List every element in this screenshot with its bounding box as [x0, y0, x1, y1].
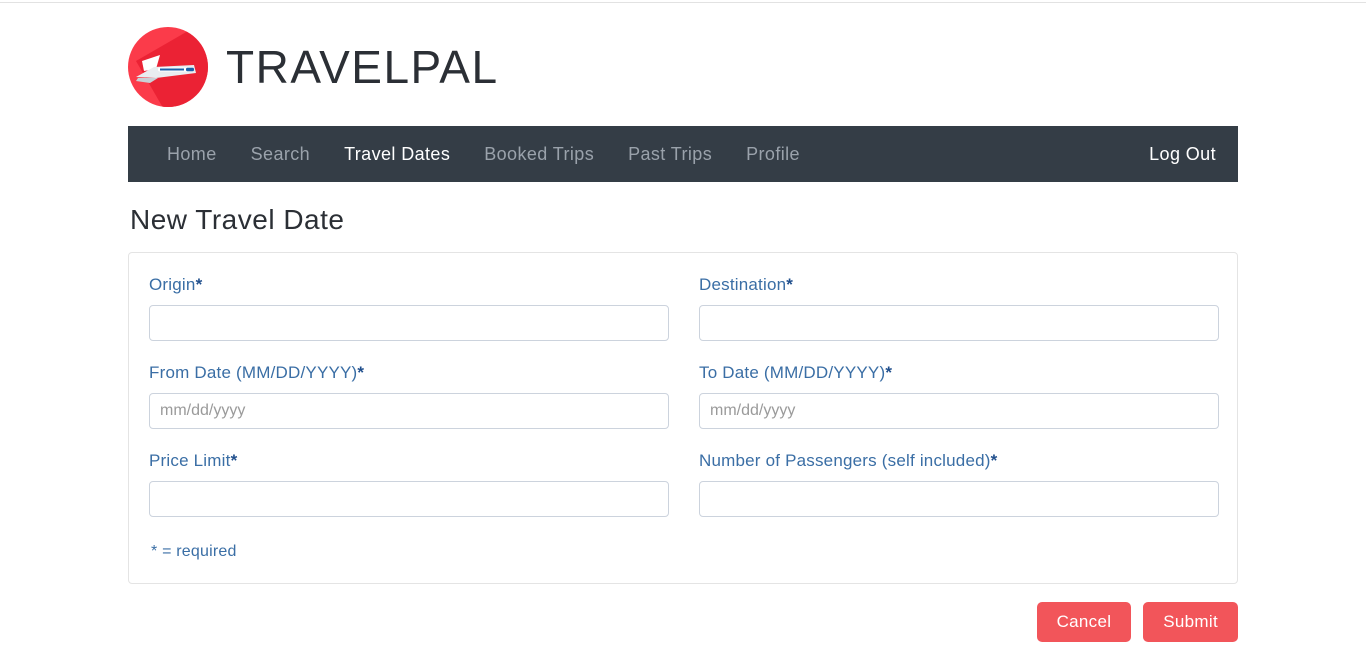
required-marker: *	[357, 363, 365, 382]
to-date-label: To Date (MM/DD/YYYY)*	[699, 363, 893, 382]
price-limit-input[interactable]	[149, 481, 669, 517]
required-marker: *	[885, 363, 893, 382]
nav-item-profile[interactable]: Profile	[729, 144, 817, 165]
to-date-input[interactable]	[699, 393, 1219, 429]
submit-button[interactable]: Submit	[1143, 602, 1238, 642]
airplane-circle-icon	[128, 27, 208, 107]
field-origin: Origin*	[149, 275, 669, 341]
nav-item-home[interactable]: Home	[150, 144, 234, 165]
passengers-label: Number of Passengers (self included)*	[699, 451, 998, 470]
origin-input[interactable]	[149, 305, 669, 341]
brand-name: TRAVELPAL	[226, 41, 499, 93]
nav-item-travel-dates[interactable]: Travel Dates	[327, 144, 467, 165]
form-actions: Cancel Submit	[128, 602, 1238, 642]
main-navigation: Home Search Travel Dates Booked Trips Pa…	[128, 126, 1238, 182]
field-passengers: Number of Passengers (self included)*	[699, 451, 1219, 517]
required-marker: *	[230, 451, 238, 470]
from-date-label: From Date (MM/DD/YYYY)*	[149, 363, 365, 382]
origin-label: Origin*	[149, 275, 203, 294]
from-date-input[interactable]	[149, 393, 669, 429]
logout-link[interactable]: Log Out	[1132, 144, 1220, 165]
field-to-date: To Date (MM/DD/YYYY)*	[699, 363, 1219, 429]
field-destination: Destination*	[699, 275, 1219, 341]
page-title: New Travel Date	[130, 204, 345, 235]
new-travel-date-card: Origin* Destination* From Date (MM/DD/YY…	[128, 252, 1238, 584]
travel-date-form: Origin* Destination* From Date (MM/DD/YY…	[149, 275, 1219, 539]
cancel-button[interactable]: Cancel	[1036, 602, 1132, 642]
field-price-limit: Price Limit*	[149, 451, 669, 517]
nav-links: Home Search Travel Dates Booked Trips Pa…	[150, 144, 817, 165]
field-from-date: From Date (MM/DD/YYYY)*	[149, 363, 669, 429]
destination-label: Destination*	[699, 275, 794, 294]
required-marker: *	[990, 451, 998, 470]
required-marker: *	[195, 275, 203, 294]
nav-item-search[interactable]: Search	[234, 144, 327, 165]
brand-header: TRAVELPAL	[128, 0, 1238, 126]
passengers-input[interactable]	[699, 481, 1219, 517]
price-limit-label: Price Limit*	[149, 451, 238, 470]
required-marker: *	[786, 275, 794, 294]
required-note: * = required	[151, 543, 237, 560]
nav-item-past-trips[interactable]: Past Trips	[611, 144, 729, 165]
destination-input[interactable]	[699, 305, 1219, 341]
nav-item-booked-trips[interactable]: Booked Trips	[467, 144, 611, 165]
page-container: TRAVELPAL Home Search Travel Dates Booke…	[128, 0, 1238, 642]
